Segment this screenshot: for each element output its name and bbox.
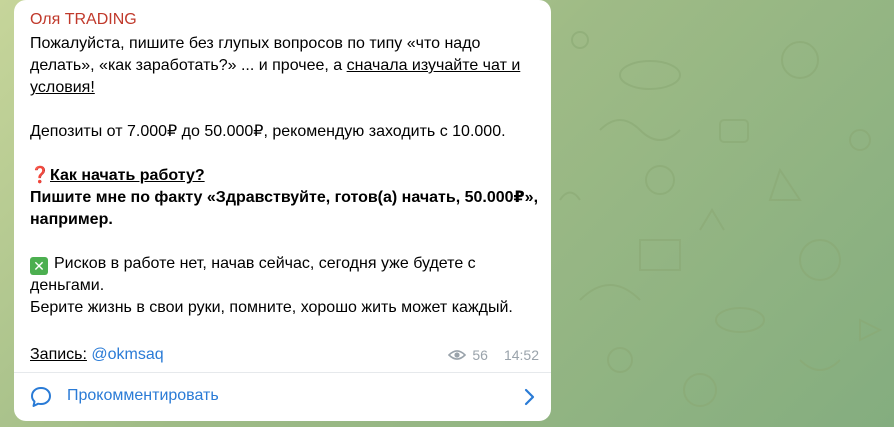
risk-text: Рисков в работе нет, начав сейчас, сегод… <box>30 255 476 294</box>
post-time: 14:52 <box>503 347 539 363</box>
chevron-right-icon <box>524 388 535 406</box>
cross-mark-icon: ✕ <box>30 257 48 275</box>
post-meta: 56 14:52 <box>448 347 539 363</box>
record-handle-link[interactable]: @okmsaq <box>91 346 163 363</box>
intro-paragraph: Пожалуйста, пишите без глупых вопросов п… <box>30 33 538 99</box>
record-label: Запись: <box>30 346 87 363</box>
chat-background: Оля TRADING Пожалуйста, пишите без глупы… <box>0 0 894 427</box>
record-line: Запись: @okmsaq <box>30 344 164 366</box>
deposit-paragraph: Депозиты от 7.000₽ до 50.000₽, рекоменду… <box>30 123 506 140</box>
comment-label: Прокомментировать <box>67 387 219 404</box>
how-to-start-instructions: Пишите мне по факту «Здравствуйте, готов… <box>30 189 539 228</box>
views-count: 56 <box>472 347 488 363</box>
comment-bubble-icon <box>31 387 51 407</box>
risk-paragraph: ✕ Рисков в работе нет, начав сейчас, сего… <box>30 253 538 297</box>
how-to-start-heading: ❓Как начать работу? <box>30 165 538 187</box>
sender-name[interactable]: Оля TRADING <box>30 11 137 29</box>
comment-button[interactable]: Прокомментировать <box>14 373 551 421</box>
how-to-start-title: Как начать работу? <box>50 167 205 184</box>
channel-post-bubble: Оля TRADING Пожалуйста, пишите без глупы… <box>14 0 551 421</box>
life-paragraph: Берите жизнь в свои руки, помните, хорош… <box>30 299 513 316</box>
question-mark-icon: ❓ <box>30 167 50 184</box>
post-text: Пожалуйста, пишите без глупых вопросов п… <box>30 33 538 319</box>
eye-icon <box>448 350 467 360</box>
